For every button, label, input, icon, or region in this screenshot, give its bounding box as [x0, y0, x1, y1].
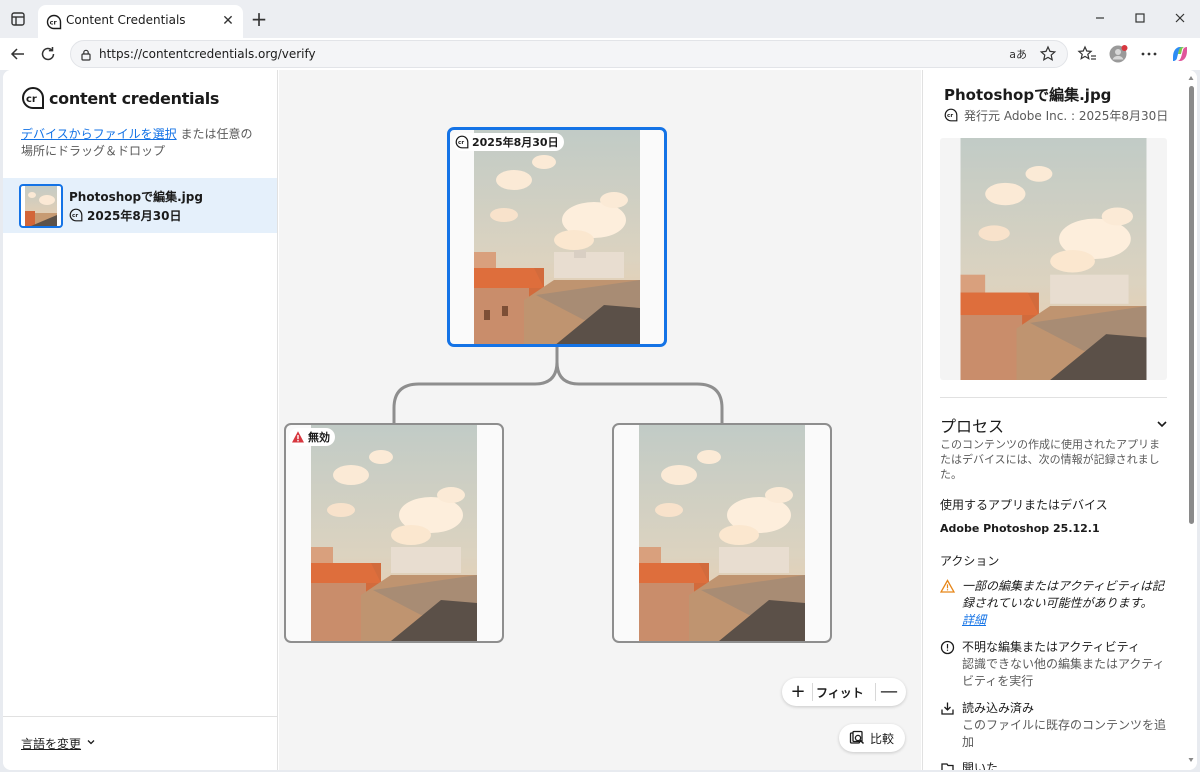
actions-heading: アクション	[940, 554, 1000, 568]
cr-icon: cr	[944, 108, 958, 122]
logo-text: content credentials	[49, 89, 220, 108]
tree-node-ingredient[interactable]	[612, 423, 832, 643]
divider	[875, 683, 876, 701]
back-icon[interactable]	[6, 42, 30, 66]
address-bar[interactable]: https://contentcredentials.org/verify aあ	[70, 40, 1068, 68]
more-options-icon[interactable]	[1138, 43, 1160, 65]
profile-avatar[interactable]	[1107, 43, 1129, 65]
file-sidebar: cr content credentials デバイスからファイルを選択 または…	[3, 70, 278, 770]
zoom-in-button[interactable]: +	[788, 682, 808, 702]
chevron-down-icon[interactable]	[87, 738, 95, 746]
tree-node-root[interactable]: cr 2025年8月30日	[447, 127, 667, 347]
details-scrollbar[interactable]	[1188, 74, 1194, 764]
svg-text:cr: cr	[72, 213, 78, 219]
svg-text:cr: cr	[26, 94, 37, 105]
action-imported: 読み込み済み このファイルに既存のコンテンツを追加	[940, 700, 1170, 752]
tree-node-invalid[interactable]: 無効	[284, 423, 504, 643]
zoom-controls: + フィット —	[782, 678, 906, 706]
details-title: Photoshopで編集.jpg	[944, 86, 1112, 104]
file-date: 2025年8月30日	[87, 209, 182, 223]
node-image	[639, 425, 805, 641]
credential-badge: cr 2025年8月30日	[453, 133, 564, 151]
details-preview	[940, 138, 1167, 380]
browser-titlebar: cr Content Credentials ✕ +	[0, 0, 1200, 38]
new-tab-button[interactable]: +	[250, 9, 268, 29]
app-value: Adobe Photoshop 25.12.1	[940, 522, 1100, 535]
favorite-star-icon[interactable]	[1039, 45, 1057, 63]
close-window-icon[interactable]	[1170, 8, 1190, 28]
unknown-title: 不明な編集またはアクティビティ	[962, 640, 1140, 654]
file-name: Photoshopで編集.jpg	[69, 190, 203, 204]
scrollbar-thumb[interactable]	[1189, 86, 1194, 524]
maximize-icon[interactable]	[1130, 8, 1150, 28]
tab-title: Content Credentials	[66, 13, 186, 27]
cr-logo-icon: cr	[22, 86, 44, 109]
compare-label: 比較	[870, 732, 895, 746]
browser-toolbar: https://contentcredentials.org/verify aあ	[0, 38, 1200, 70]
credential-date: 2025年8月30日	[472, 136, 559, 149]
unknown-desc: 認識できない他の編集またはアクティビティを実行	[962, 657, 1165, 688]
invalid-badge: 無効	[289, 428, 335, 446]
read-aloud-icon[interactable]: aあ	[1009, 46, 1027, 62]
site-logo[interactable]: cr content credentials	[21, 86, 219, 112]
svg-text:cr: cr	[947, 113, 953, 119]
action-opened: 開いた	[940, 760, 1170, 770]
divider	[812, 683, 813, 701]
cr-icon: cr	[69, 208, 83, 222]
page: cr content credentials デバイスからファイルを選択 または…	[3, 70, 1197, 770]
provenance-canvas[interactable]: cr 2025年8月30日 無効 + フィット — 比較	[279, 70, 921, 770]
compare-icon	[849, 730, 865, 745]
imported-desc: このファイルに既存のコンテンツを追加	[962, 718, 1167, 749]
preview-image	[960, 138, 1147, 380]
file-list-item[interactable]: Photoshopで編集.jpg cr 2025年8月30日	[3, 178, 277, 233]
details-link[interactable]: 詳細	[962, 613, 986, 627]
app-heading: 使用するアプリまたはデバイス	[940, 498, 1108, 512]
select-file-link[interactable]: デバイスからファイルを選択	[21, 127, 177, 141]
imported-text-block: 読み込み済み このファイルに既存のコンテンツを追加	[962, 700, 1168, 751]
warning-icon	[940, 579, 955, 593]
divider	[940, 397, 1167, 398]
chevron-down-icon[interactable]	[1156, 418, 1168, 430]
scroll-up-icon[interactable]	[1188, 74, 1194, 82]
invalid-warning-icon	[292, 431, 304, 443]
warning-text-block: 一部の編集またはアクティビティは記録されていない可能性があります。 詳細	[962, 578, 1168, 629]
browser-tab[interactable]: cr Content Credentials ✕	[38, 5, 243, 38]
invalid-label: 無効	[308, 431, 330, 444]
tab-close-icon[interactable]: ✕	[221, 14, 235, 28]
imported-title: 読み込み済み	[962, 701, 1035, 715]
refresh-icon[interactable]	[36, 42, 60, 66]
zoom-out-button[interactable]: —	[879, 682, 899, 702]
issuer-text: 発行元 Adobe Inc. : 2025年8月30日	[964, 109, 1169, 123]
svg-text:cr: cr	[458, 140, 464, 146]
node-image	[474, 130, 640, 344]
unknown-text-block: 不明な編集またはアクティビティ 認識できない他の編集またはアクティビティを実行	[962, 639, 1168, 690]
process-heading[interactable]: プロセス	[940, 413, 1004, 437]
node-image	[311, 425, 477, 641]
process-description: このコンテンツの作成に使用されたアプリまたはデバイスには、次の情報が記録されまし…	[940, 438, 1160, 481]
svg-text:cr: cr	[50, 19, 58, 27]
opened-title: 開いた	[962, 761, 999, 770]
change-language-link[interactable]: 言語を変更	[21, 735, 81, 752]
lock-icon[interactable]	[79, 47, 93, 61]
favorites-icon[interactable]	[1076, 43, 1098, 65]
info-alert-icon	[940, 640, 955, 655]
minimize-icon[interactable]	[1090, 8, 1110, 28]
url-text[interactable]: https://contentcredentials.org/verify	[99, 47, 316, 61]
warning-text: 一部の編集またはアクティビティは記録されていない可能性があります。	[962, 579, 1164, 610]
drop-hint: デバイスからファイルを選択 または任意の場所にドラッグ＆ドロップ	[21, 126, 261, 160]
sidebar-footer: 言語を変更	[3, 716, 277, 770]
action-unknown: 不明な編集またはアクティビティ 認識できない他の編集またはアクティビティを実行	[940, 639, 1170, 691]
details-panel: Photoshopで編集.jpg cr 発行元 Adobe Inc. : 202…	[922, 70, 1197, 770]
compare-button[interactable]: 比較	[839, 724, 905, 752]
cr-favicon-icon: cr	[46, 14, 62, 30]
cr-icon: cr	[455, 135, 469, 149]
action-warning: 一部の編集またはアクティビティは記録されていない可能性があります。 詳細	[940, 578, 1170, 630]
import-icon	[941, 702, 954, 715]
open-icon	[941, 763, 954, 770]
tab-actions-icon[interactable]	[8, 9, 28, 29]
copilot-icon[interactable]	[1169, 43, 1191, 65]
scroll-down-icon[interactable]	[1188, 756, 1194, 764]
fit-button[interactable]: フィット	[816, 684, 864, 701]
file-thumbnail	[19, 184, 63, 228]
